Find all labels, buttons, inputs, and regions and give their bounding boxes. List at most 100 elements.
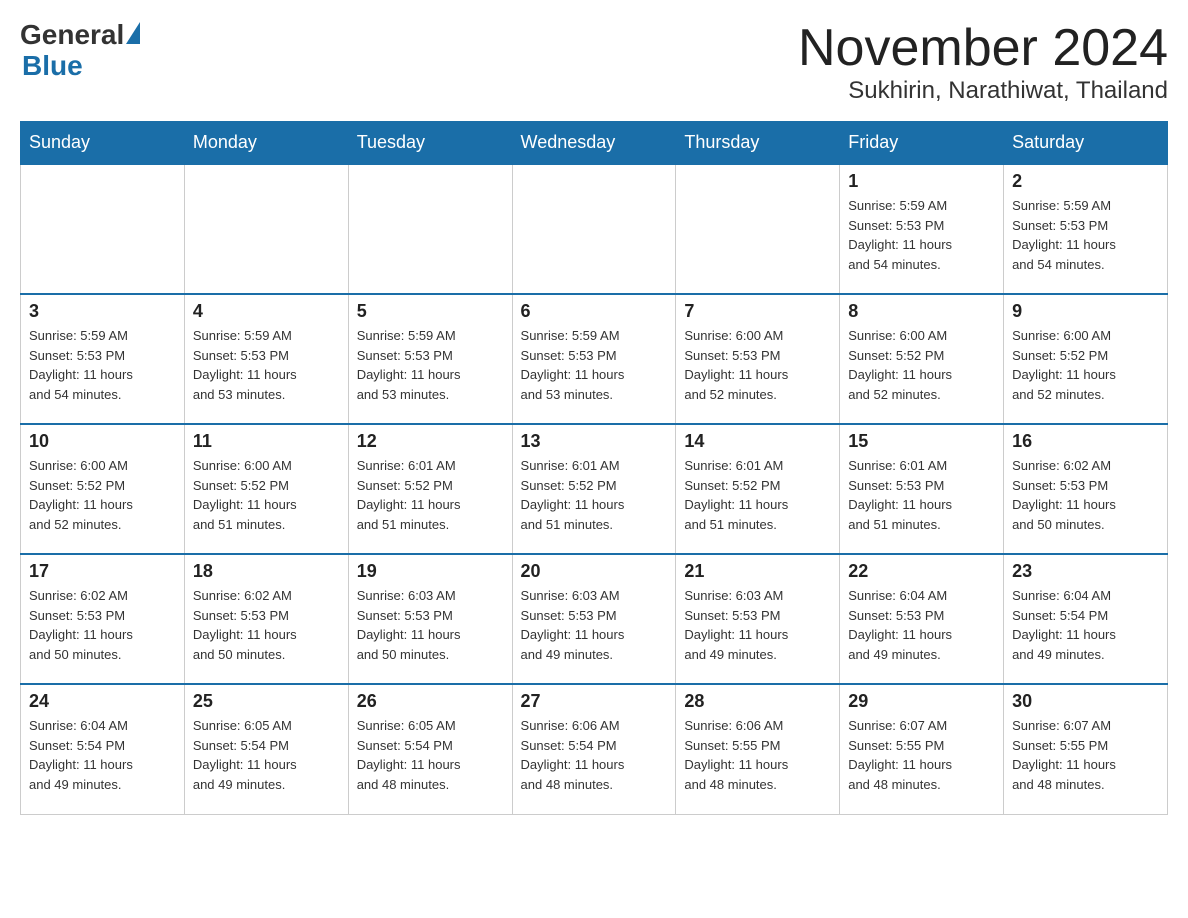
calendar-cell	[676, 164, 840, 294]
day-number: 26	[357, 691, 504, 712]
calendar-header-thursday: Thursday	[676, 122, 840, 165]
day-info: Sunrise: 6:07 AMSunset: 5:55 PMDaylight:…	[848, 716, 995, 794]
day-info: Sunrise: 6:00 AMSunset: 5:52 PMDaylight:…	[193, 456, 340, 534]
calendar-cell: 24 Sunrise: 6:04 AMSunset: 5:54 PMDayligh…	[21, 684, 185, 814]
day-info: Sunrise: 5:59 AMSunset: 5:53 PMDaylight:…	[521, 326, 668, 404]
day-info: Sunrise: 6:00 AMSunset: 5:52 PMDaylight:…	[848, 326, 995, 404]
calendar-cell: 13 Sunrise: 6:01 AMSunset: 5:52 PMDayligh…	[512, 424, 676, 554]
day-info: Sunrise: 6:05 AMSunset: 5:54 PMDaylight:…	[357, 716, 504, 794]
day-info: Sunrise: 5:59 AMSunset: 5:53 PMDaylight:…	[29, 326, 176, 404]
calendar-cell: 29 Sunrise: 6:07 AMSunset: 5:55 PMDayligh…	[840, 684, 1004, 814]
title-block: November 2024 Sukhirin, Narathiwat, Thai…	[798, 20, 1168, 105]
day-number: 6	[521, 301, 668, 322]
day-number: 14	[684, 431, 831, 452]
page-header: General Blue November 2024 Sukhirin, Nar…	[20, 20, 1168, 105]
calendar-cell: 27 Sunrise: 6:06 AMSunset: 5:54 PMDayligh…	[512, 684, 676, 814]
day-number: 11	[193, 431, 340, 452]
calendar-cell: 26 Sunrise: 6:05 AMSunset: 5:54 PMDayligh…	[348, 684, 512, 814]
day-number: 22	[848, 561, 995, 582]
day-number: 25	[193, 691, 340, 712]
day-info: Sunrise: 6:01 AMSunset: 5:53 PMDaylight:…	[848, 456, 995, 534]
day-number: 24	[29, 691, 176, 712]
day-info: Sunrise: 5:59 AMSunset: 5:53 PMDaylight:…	[1012, 196, 1159, 274]
day-info: Sunrise: 6:03 AMSunset: 5:53 PMDaylight:…	[357, 586, 504, 664]
day-number: 2	[1012, 171, 1159, 192]
day-number: 8	[848, 301, 995, 322]
calendar-cell: 7Sunrise: 6:00 AMSunset: 5:53 PMDaylight…	[676, 294, 840, 424]
calendar-cell: 3 Sunrise: 5:59 AMSunset: 5:53 PMDaylight…	[21, 294, 185, 424]
calendar-cell: 21Sunrise: 6:03 AMSunset: 5:53 PMDayligh…	[676, 554, 840, 684]
calendar-cell	[21, 164, 185, 294]
day-number: 27	[521, 691, 668, 712]
day-number: 9	[1012, 301, 1159, 322]
logo-blue-text: Blue	[22, 50, 83, 81]
day-number: 10	[29, 431, 176, 452]
calendar-cell: 23 Sunrise: 6:04 AMSunset: 5:54 PMDayligh…	[1004, 554, 1168, 684]
day-number: 29	[848, 691, 995, 712]
day-info: Sunrise: 6:00 AMSunset: 5:52 PMDaylight:…	[29, 456, 176, 534]
day-info: Sunrise: 6:06 AMSunset: 5:55 PMDaylight:…	[684, 716, 831, 794]
day-number: 21	[684, 561, 831, 582]
day-info: Sunrise: 6:03 AMSunset: 5:53 PMDaylight:…	[521, 586, 668, 664]
day-number: 28	[684, 691, 831, 712]
logo: General Blue	[20, 20, 140, 82]
day-info: Sunrise: 6:02 AMSunset: 5:53 PMDaylight:…	[1012, 456, 1159, 534]
day-info: Sunrise: 6:02 AMSunset: 5:53 PMDaylight:…	[193, 586, 340, 664]
calendar-cell	[184, 164, 348, 294]
calendar-cell: 18 Sunrise: 6:02 AMSunset: 5:53 PMDayligh…	[184, 554, 348, 684]
calendar-header-tuesday: Tuesday	[348, 122, 512, 165]
day-number: 19	[357, 561, 504, 582]
calendar-header-wednesday: Wednesday	[512, 122, 676, 165]
calendar-cell: 8 Sunrise: 6:00 AMSunset: 5:52 PMDaylight…	[840, 294, 1004, 424]
day-number: 17	[29, 561, 176, 582]
calendar-header-friday: Friday	[840, 122, 1004, 165]
day-info: Sunrise: 6:04 AMSunset: 5:53 PMDaylight:…	[848, 586, 995, 664]
calendar-cell	[512, 164, 676, 294]
day-info: Sunrise: 5:59 AMSunset: 5:53 PMDaylight:…	[193, 326, 340, 404]
logo-general-text: General	[20, 20, 124, 51]
day-info: Sunrise: 6:05 AMSunset: 5:54 PMDaylight:…	[193, 716, 340, 794]
day-number: 20	[521, 561, 668, 582]
day-info: Sunrise: 6:04 AMSunset: 5:54 PMDaylight:…	[29, 716, 176, 794]
calendar-cell	[348, 164, 512, 294]
day-info: Sunrise: 6:04 AMSunset: 5:54 PMDaylight:…	[1012, 586, 1159, 664]
calendar-cell: 22 Sunrise: 6:04 AMSunset: 5:53 PMDayligh…	[840, 554, 1004, 684]
day-info: Sunrise: 6:00 AMSunset: 5:53 PMDaylight:…	[684, 326, 831, 404]
day-info: Sunrise: 6:00 AMSunset: 5:52 PMDaylight:…	[1012, 326, 1159, 404]
calendar-cell: 9 Sunrise: 6:00 AMSunset: 5:52 PMDaylight…	[1004, 294, 1168, 424]
day-info: Sunrise: 5:59 AMSunset: 5:53 PMDaylight:…	[848, 196, 995, 274]
day-number: 3	[29, 301, 176, 322]
calendar-cell: 10 Sunrise: 6:00 AMSunset: 5:52 PMDayligh…	[21, 424, 185, 554]
calendar-cell: 5 Sunrise: 5:59 AMSunset: 5:53 PMDaylight…	[348, 294, 512, 424]
logo-triangle-icon	[126, 22, 140, 44]
day-number: 23	[1012, 561, 1159, 582]
day-number: 15	[848, 431, 995, 452]
calendar-cell: 14 Sunrise: 6:01 AMSunset: 5:52 PMDayligh…	[676, 424, 840, 554]
calendar-cell: 30Sunrise: 6:07 AMSunset: 5:55 PMDayligh…	[1004, 684, 1168, 814]
calendar-cell: 2 Sunrise: 5:59 AMSunset: 5:53 PMDaylight…	[1004, 164, 1168, 294]
day-info: Sunrise: 6:06 AMSunset: 5:54 PMDaylight:…	[521, 716, 668, 794]
day-number: 18	[193, 561, 340, 582]
calendar-cell: 12Sunrise: 6:01 AMSunset: 5:52 PMDayligh…	[348, 424, 512, 554]
day-info: Sunrise: 6:01 AMSunset: 5:52 PMDaylight:…	[684, 456, 831, 534]
day-info: Sunrise: 6:01 AMSunset: 5:52 PMDaylight:…	[357, 456, 504, 534]
day-number: 16	[1012, 431, 1159, 452]
calendar-cell: 16 Sunrise: 6:02 AMSunset: 5:53 PMDayligh…	[1004, 424, 1168, 554]
day-info: Sunrise: 6:01 AMSunset: 5:52 PMDaylight:…	[521, 456, 668, 534]
day-number: 13	[521, 431, 668, 452]
calendar-week-2: 3 Sunrise: 5:59 AMSunset: 5:53 PMDaylight…	[21, 294, 1168, 424]
calendar-header-saturday: Saturday	[1004, 122, 1168, 165]
calendar-week-3: 10 Sunrise: 6:00 AMSunset: 5:52 PMDayligh…	[21, 424, 1168, 554]
calendar-cell: 20 Sunrise: 6:03 AMSunset: 5:53 PMDayligh…	[512, 554, 676, 684]
calendar-header-row: SundayMondayTuesdayWednesdayThursdayFrid…	[21, 122, 1168, 165]
day-info: Sunrise: 5:59 AMSunset: 5:53 PMDaylight:…	[357, 326, 504, 404]
day-number: 1	[848, 171, 995, 192]
calendar-cell: 11 Sunrise: 6:00 AMSunset: 5:52 PMDayligh…	[184, 424, 348, 554]
calendar-header-sunday: Sunday	[21, 122, 185, 165]
day-number: 4	[193, 301, 340, 322]
calendar-cell: 28 Sunrise: 6:06 AMSunset: 5:55 PMDayligh…	[676, 684, 840, 814]
day-number: 5	[357, 301, 504, 322]
calendar-cell: 6 Sunrise: 5:59 AMSunset: 5:53 PMDaylight…	[512, 294, 676, 424]
calendar-cell: 19 Sunrise: 6:03 AMSunset: 5:53 PMDayligh…	[348, 554, 512, 684]
calendar-table: SundayMondayTuesdayWednesdayThursdayFrid…	[20, 121, 1168, 815]
